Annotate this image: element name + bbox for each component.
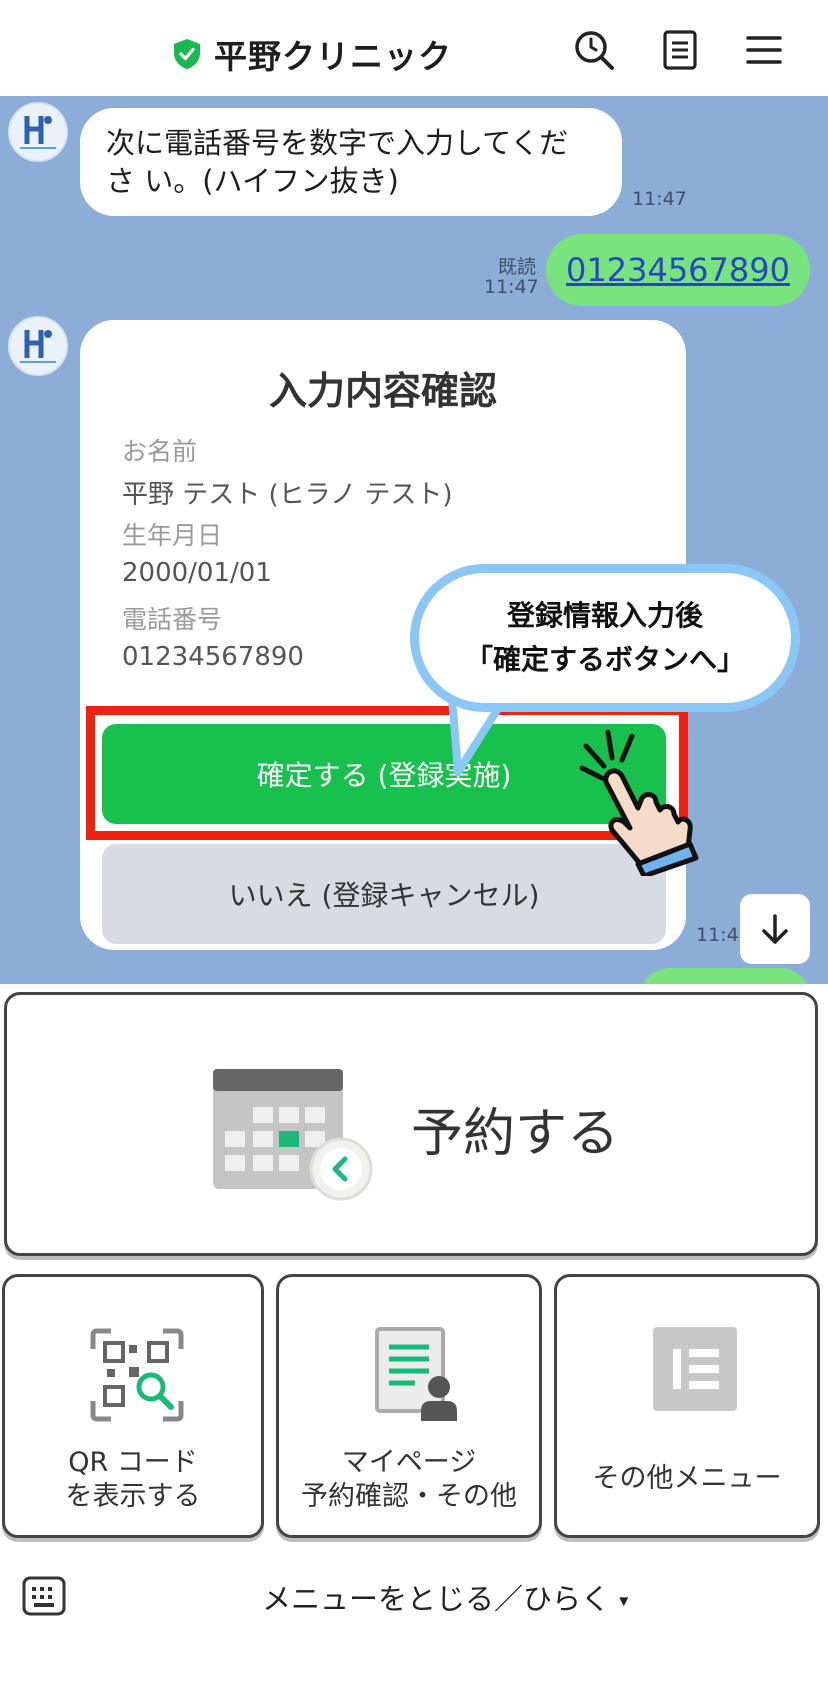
menu-toggle-bar[interactable]: メニューをとじる／ひらく ▾	[0, 1546, 828, 1696]
phone-number-link[interactable]: 01234567890	[566, 251, 790, 289]
menu-toggle-text: メニューをとじる／ひらく	[262, 1582, 611, 1616]
chat-area[interactable]: 次に電話番号を数字で入力してくださ い。(ハイフン抜き) 11:47 既読 11…	[0, 96, 828, 984]
birthdate-value: 2000/01/01	[122, 558, 272, 588]
callout-line1: 登録情報入力後	[506, 599, 703, 632]
other-menu-icon	[653, 1327, 737, 1411]
name-label: お名前	[122, 437, 198, 466]
reserve-label: 予約する	[411, 1104, 620, 1164]
qr-code-label-line1: QR コード	[68, 1447, 198, 1478]
qr-code-tile[interactable]: QR コード を表示する	[2, 1274, 264, 1538]
callout-line2: 「確定するボタンへ」	[464, 643, 745, 676]
rich-menu: 予約する QR コード を表示する マイページ 予約確認・その他 その他メニュー	[0, 984, 828, 1546]
qr-code-search-icon	[90, 1328, 184, 1422]
menu-toggle-label[interactable]: メニューをとじる／ひらく ▾	[262, 1576, 628, 1618]
clinic-logo-icon	[10, 318, 66, 374]
arrow-down-icon	[762, 914, 788, 944]
message-time: 11:47	[632, 188, 687, 210]
name-value: 平野 テスト (ヒラノ テスト)	[122, 480, 453, 510]
mypage-document-icon	[375, 1327, 457, 1421]
keyboard-icon[interactable]	[22, 1576, 66, 1616]
user-message-bubble: 01234567890	[546, 234, 810, 306]
chat-title: 平野クリニック	[214, 37, 452, 76]
birthdate-label: 生年月日	[122, 521, 223, 550]
mypage-label-line2: 予約確認・その他	[301, 1481, 517, 1512]
notes-icon[interactable]	[658, 28, 702, 72]
card-title: 入力内容確認	[268, 369, 497, 413]
phone-label: 電話番号	[122, 605, 223, 634]
header-bar: 平野クリニック	[0, 0, 828, 96]
mypage-tile[interactable]: マイページ 予約確認・その他	[276, 1274, 542, 1538]
reserve-tile[interactable]: 予約する	[4, 992, 818, 1256]
read-receipt: 既読	[498, 256, 537, 278]
search-icon[interactable]	[572, 28, 616, 72]
mypage-label-line1: マイページ	[341, 1447, 477, 1478]
scroll-to-bottom-button[interactable]	[740, 894, 810, 964]
phone-value: 01234567890	[122, 642, 304, 672]
instruction-callout: 登録情報入力後 「確定するボタンへ」	[410, 564, 800, 712]
other-menu-tile[interactable]: その他メニュー	[554, 1274, 820, 1538]
clinic-message-bubble: 次に電話番号を数字で入力してくださ い。(ハイフン抜き)	[80, 108, 622, 216]
other-menu-label: その他メニュー	[592, 1463, 782, 1494]
calendar-icon	[213, 1069, 373, 1201]
message-time: 11:47	[484, 276, 539, 298]
hamburger-menu-icon[interactable]	[742, 28, 786, 72]
clinic-avatar[interactable]	[8, 316, 68, 376]
caret-down-icon: ▾	[619, 1590, 629, 1612]
qr-code-label-line2: を表示する	[65, 1481, 201, 1512]
header-title-group: 平野クリニック	[172, 30, 452, 78]
clinic-avatar[interactable]	[8, 102, 68, 162]
pointing-hand-icon	[579, 729, 699, 876]
user-message-bubble-partial	[640, 968, 810, 984]
clinic-logo-icon	[10, 104, 66, 160]
verified-shield-icon	[174, 39, 200, 69]
cancel-button-label: いいえ (登録キャンセル)	[228, 879, 540, 912]
message-text: 次に電話番号を数字で入力してくださ い。(ハイフン抜き)	[106, 126, 569, 198]
